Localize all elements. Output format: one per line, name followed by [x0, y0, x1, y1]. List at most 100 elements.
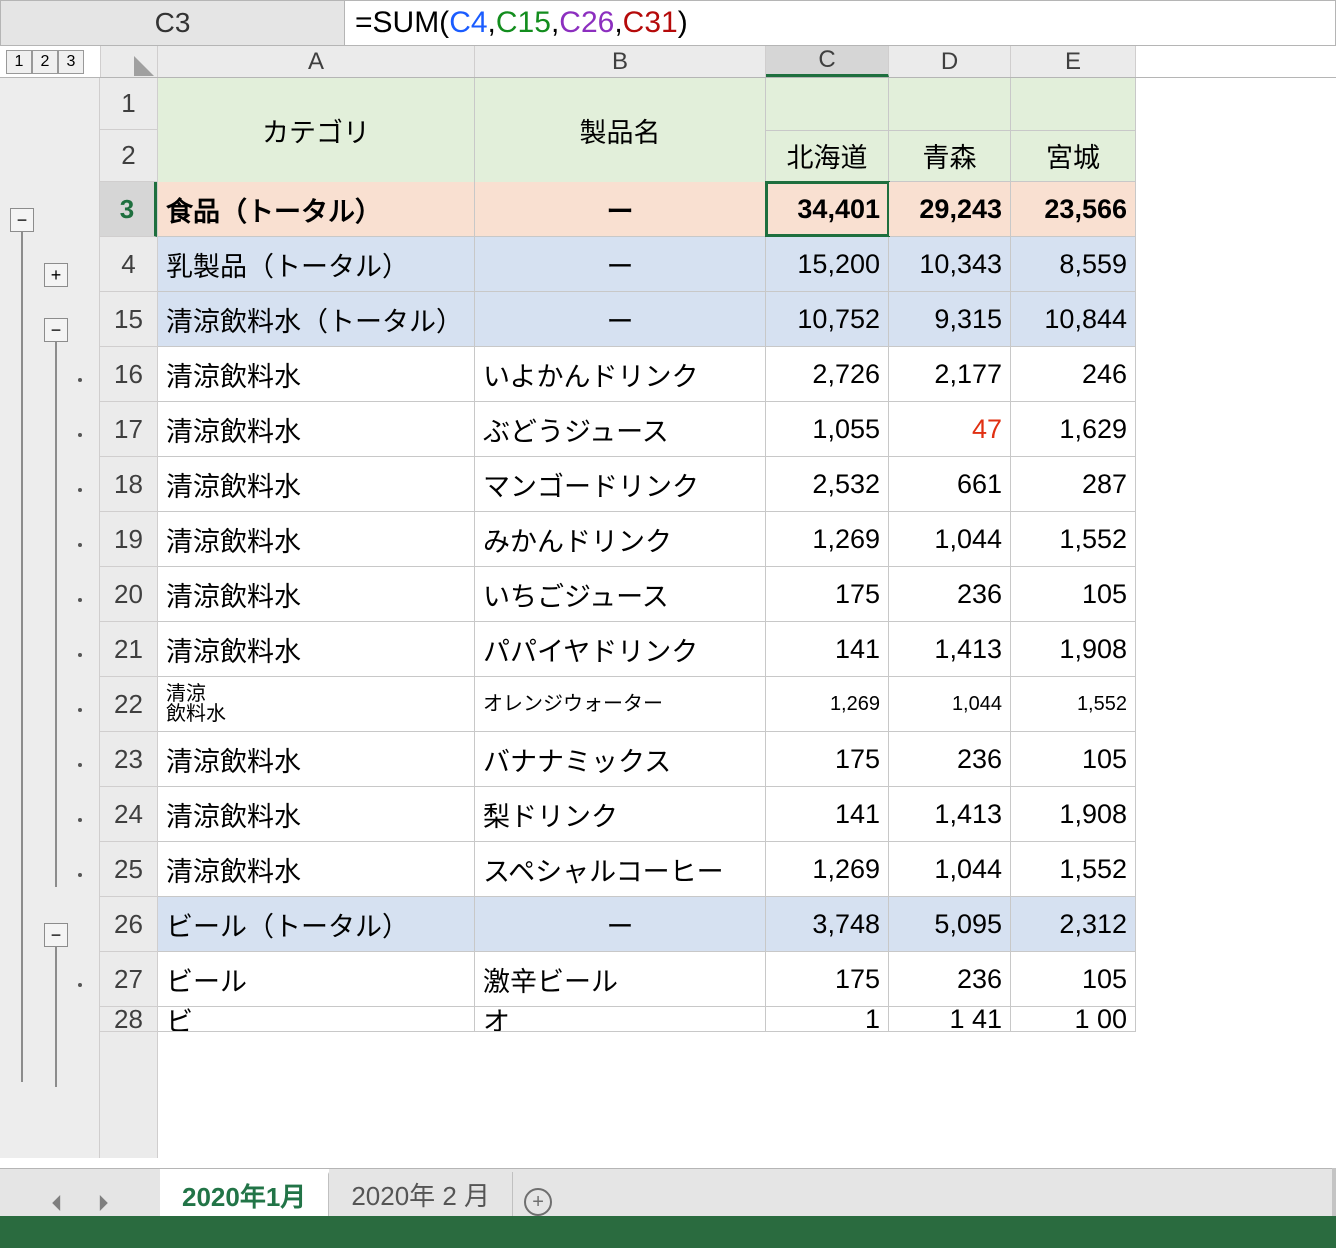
cell-value-c[interactable]: 141: [766, 787, 889, 841]
row-header-20[interactable]: 20: [100, 567, 157, 622]
cell-product[interactable]: ー: [475, 182, 766, 236]
cell-category[interactable]: 清涼飲料水: [158, 732, 475, 786]
col-header-B[interactable]: B: [475, 46, 766, 77]
cell-product[interactable]: ー: [475, 237, 766, 291]
row-header-27[interactable]: 27: [100, 952, 157, 1007]
cell-value-d[interactable]: 1,044: [889, 677, 1011, 731]
cell-category[interactable]: 清涼飲料水: [158, 677, 475, 731]
cell-product[interactable]: オレンジウォーター: [475, 677, 766, 731]
cell-category[interactable]: ビール（トータル）: [158, 897, 475, 951]
cell-value-d[interactable]: 2,177: [889, 347, 1011, 401]
cell-value-d[interactable]: 29,243: [889, 182, 1011, 236]
cell-category[interactable]: 清涼飲料水: [158, 622, 475, 676]
col-header-A[interactable]: A: [158, 46, 475, 77]
col-header-E[interactable]: E: [1011, 46, 1136, 77]
cell-category[interactable]: 清涼飲料水: [158, 787, 475, 841]
cell-value-e[interactable]: 246: [1011, 347, 1136, 401]
cell-value-d[interactable]: 661: [889, 457, 1011, 511]
cell-value-e[interactable]: 1,552: [1011, 842, 1136, 896]
collapse-icon[interactable]: −: [44, 923, 68, 947]
cell-category[interactable]: 清涼飲料水: [158, 567, 475, 621]
row-header-26[interactable]: 26: [100, 897, 157, 952]
row-header-3[interactable]: 3: [100, 182, 157, 237]
cell-category[interactable]: ビ: [158, 1007, 475, 1031]
cell-value-c[interactable]: 141: [766, 622, 889, 676]
cell-value-e[interactable]: 105: [1011, 567, 1136, 621]
cell-value-d[interactable]: 47: [889, 402, 1011, 456]
cell-value-d[interactable]: 1,413: [889, 622, 1011, 676]
col-header-C[interactable]: C: [766, 46, 889, 77]
cell-product[interactable]: みかんドリンク: [475, 512, 766, 566]
cell-value-e[interactable]: 1,629: [1011, 402, 1136, 456]
name-box[interactable]: C3: [1, 1, 345, 45]
cell-category[interactable]: 清涼飲料水: [158, 512, 475, 566]
row-header-19[interactable]: 19: [100, 512, 157, 567]
cell-product[interactable]: バナナミックス: [475, 732, 766, 786]
row-header-21[interactable]: 21: [100, 622, 157, 677]
cell-value-d[interactable]: 236: [889, 732, 1011, 786]
cell-value-e[interactable]: 1 00: [1011, 1007, 1136, 1031]
add-sheet-button[interactable]: +: [513, 1188, 563, 1216]
cell-value-c[interactable]: 1,269: [766, 677, 889, 731]
cell-value-d[interactable]: 1,044: [889, 842, 1011, 896]
outline-level-2[interactable]: 2: [32, 50, 58, 74]
cell-value-e[interactable]: 287: [1011, 457, 1136, 511]
sheet-tab[interactable]: 2020年 2 月: [329, 1172, 513, 1216]
cell-value-d[interactable]: 1,044: [889, 512, 1011, 566]
row-header-28[interactable]: 28: [100, 1007, 157, 1032]
cell-value-d[interactable]: 9,315: [889, 292, 1011, 346]
nav-prev-icon[interactable]: [49, 1195, 65, 1216]
row-header-1[interactable]: 1: [100, 78, 157, 130]
cell-value-c[interactable]: 2,532: [766, 457, 889, 511]
row-header-17[interactable]: 17: [100, 402, 157, 457]
row-header-2[interactable]: 2: [100, 130, 157, 182]
cell-product[interactable]: ー: [475, 292, 766, 346]
cell-category[interactable]: 清涼飲料水: [158, 842, 475, 896]
select-all-corner[interactable]: [100, 46, 158, 77]
row-header-24[interactable]: 24: [100, 787, 157, 842]
cell-value-c[interactable]: 175: [766, 567, 889, 621]
col-header-D[interactable]: D: [889, 46, 1011, 77]
cell-product[interactable]: ぶどうジュース: [475, 402, 766, 456]
cell-value-c[interactable]: 1,269: [766, 842, 889, 896]
cell-value-e[interactable]: 105: [1011, 952, 1136, 1006]
cell-product[interactable]: 梨ドリンク: [475, 787, 766, 841]
cell-product[interactable]: いちごジュース: [475, 567, 766, 621]
cell-value-e[interactable]: 1,908: [1011, 622, 1136, 676]
row-header-4[interactable]: 4: [100, 237, 157, 292]
cell-value-c[interactable]: 1,055: [766, 402, 889, 456]
vertical-scrollbar[interactable]: [1332, 1168, 1336, 1216]
row-header-15[interactable]: 15: [100, 292, 157, 347]
cell-product[interactable]: 激辛ビール: [475, 952, 766, 1006]
cell-value-c[interactable]: 10,752: [766, 292, 889, 346]
cell-value-d[interactable]: 236: [889, 567, 1011, 621]
cell-value-d[interactable]: 10,343: [889, 237, 1011, 291]
cell-product[interactable]: パパイヤドリンク: [475, 622, 766, 676]
cell-value-e[interactable]: 2,312: [1011, 897, 1136, 951]
cell-value-c[interactable]: 175: [766, 732, 889, 786]
row-header-16[interactable]: 16: [100, 347, 157, 402]
row-header-23[interactable]: 23: [100, 732, 157, 787]
cell-category[interactable]: 乳製品（トータル）: [158, 237, 475, 291]
cell-category[interactable]: 清涼飲料水: [158, 347, 475, 401]
row-header-25[interactable]: 25: [100, 842, 157, 897]
cell-product[interactable]: マンゴードリンク: [475, 457, 766, 511]
cell-value-c[interactable]: 175: [766, 952, 889, 1006]
cell-value-d[interactable]: 236: [889, 952, 1011, 1006]
cell-product[interactable]: ー: [475, 897, 766, 951]
cell-category[interactable]: 清涼飲料水: [158, 402, 475, 456]
cell-value-c[interactable]: 34,401: [766, 182, 889, 236]
cell-value-c[interactable]: 1: [766, 1007, 889, 1031]
row-header-18[interactable]: 18: [100, 457, 157, 512]
cell-value-e[interactable]: 1,908: [1011, 787, 1136, 841]
cell-value-d[interactable]: 5,095: [889, 897, 1011, 951]
cell-value-e[interactable]: 23,566: [1011, 182, 1136, 236]
cell-value-e[interactable]: 105: [1011, 732, 1136, 786]
cell-category[interactable]: 清涼飲料水: [158, 457, 475, 511]
sheet-tab-active[interactable]: 2020年1月: [160, 1172, 329, 1216]
cell-value-d[interactable]: 1 41: [889, 1007, 1011, 1031]
cell-value-e[interactable]: 1,552: [1011, 677, 1136, 731]
row-header-22[interactable]: 22: [100, 677, 157, 732]
collapse-icon[interactable]: −: [10, 208, 34, 232]
cell-value-d[interactable]: 1,413: [889, 787, 1011, 841]
